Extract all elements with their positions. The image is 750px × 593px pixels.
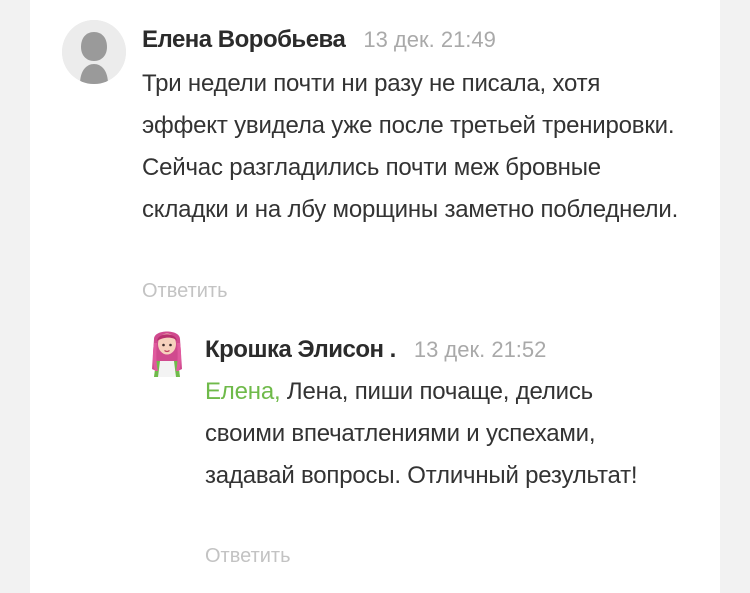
mention-link[interactable]: Елена, bbox=[205, 378, 281, 405]
comment-date[interactable]: 13 дек. 21:52 bbox=[414, 337, 547, 362]
comments-card: Елена Воробьева 13 дек. 21:49 Три недели … bbox=[30, 0, 720, 593]
comment-text: Три недели почти ни разу не писала, хотя… bbox=[142, 70, 679, 223]
comment-date[interactable]: 13 дек. 21:49 bbox=[363, 27, 496, 52]
default-avatar-icon[interactable] bbox=[62, 20, 126, 84]
reply-button[interactable]: Ответить bbox=[205, 545, 291, 568]
reply-button[interactable]: Ответить bbox=[142, 280, 228, 303]
comment-header: Елена Воробьева 13 дек. 21:49 bbox=[142, 26, 496, 54]
comment-text: Елена, Лена, пиши почаще, делись своими … bbox=[205, 371, 675, 497]
avatar[interactable] bbox=[144, 325, 190, 383]
comment-author[interactable]: Елена Воробьева bbox=[142, 26, 346, 53]
comment-header: Крошка Элисон . 13 дек. 21:52 bbox=[205, 336, 546, 364]
comment-author[interactable]: Крошка Элисон . bbox=[205, 336, 396, 363]
